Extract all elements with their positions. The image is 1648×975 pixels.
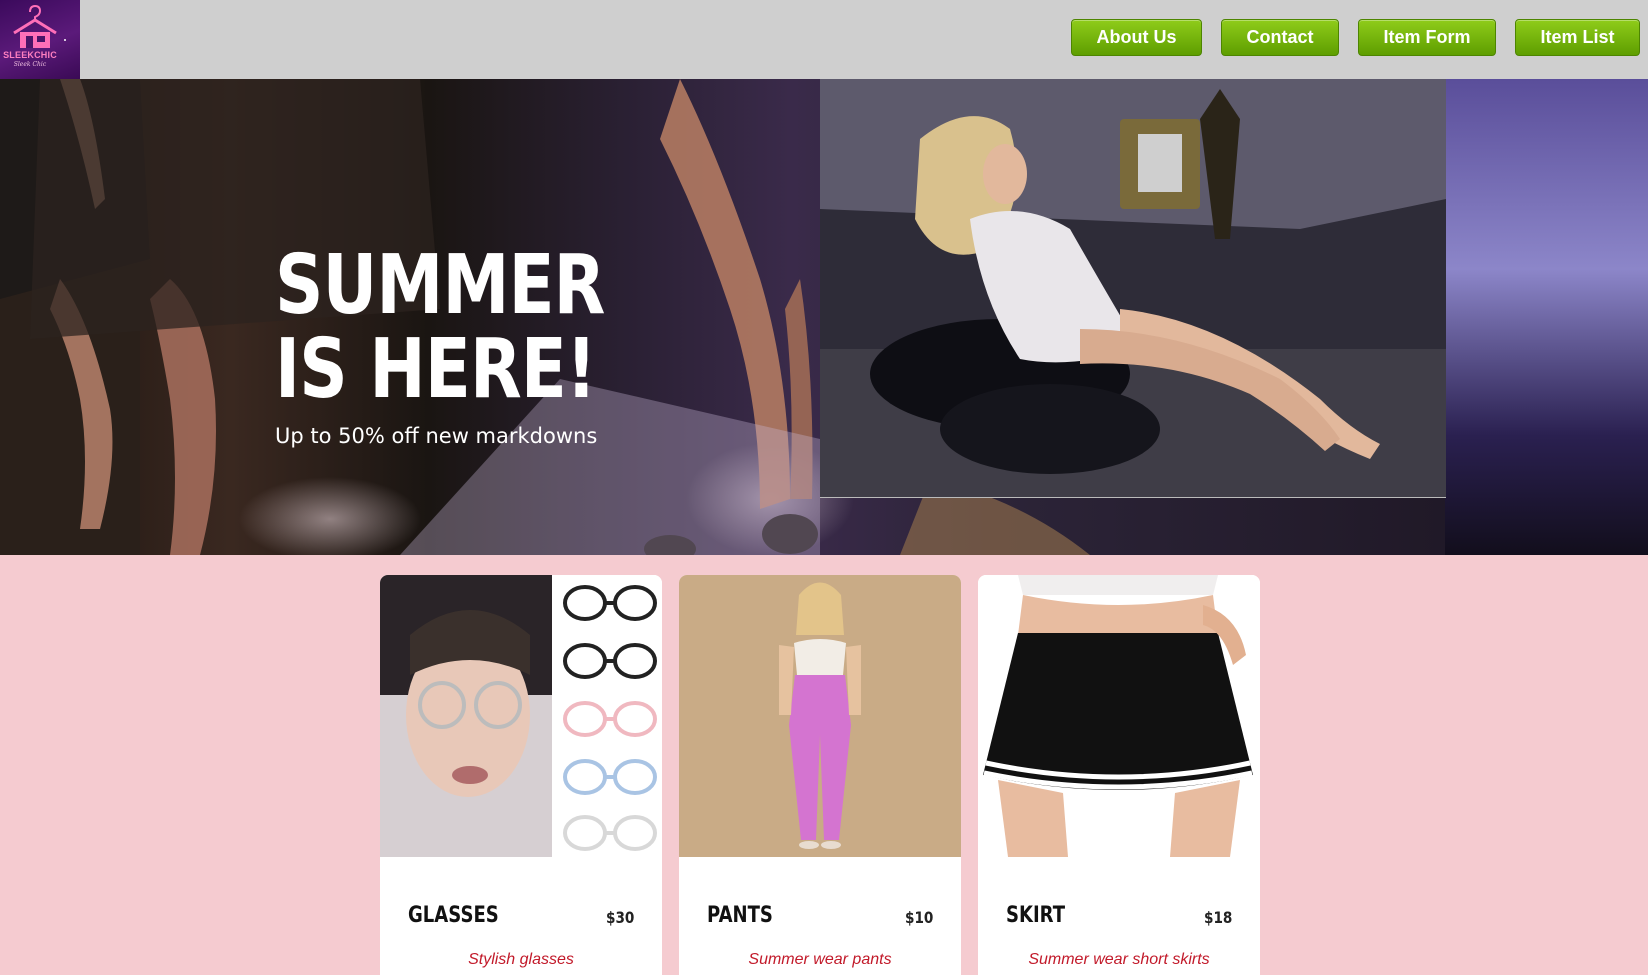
hero-subtitle: Up to 50% off new markdowns [275, 424, 598, 448]
product-name: PANTS [707, 903, 773, 928]
product-description: Stylish glasses [468, 951, 574, 968]
hero-model-photo [820, 79, 1446, 498]
glasses-photo-illustration [380, 575, 662, 857]
model-photo-illustration [820, 79, 1446, 497]
product-card-glasses[interactable]: GLASSES $30 Stylish glasses [380, 575, 662, 975]
hero-side-image [1445, 79, 1648, 555]
nav-contact-button[interactable]: Contact [1221, 19, 1339, 56]
nav-item-form-button[interactable]: Item Form [1358, 19, 1496, 56]
product-price: $18 [1203, 908, 1232, 927]
brand-logo[interactable]: SLEEKCHIC Sleek Chic [0, 0, 80, 79]
product-image-skirt [978, 575, 1260, 857]
hero-title: SUMMER IS HERE! [275, 238, 605, 417]
product-name: GLASSES [408, 903, 499, 928]
site-header: SLEEKCHIC Sleek Chic About Us Contact It… [0, 0, 1648, 79]
logo-tagline: Sleek Chic [13, 61, 47, 68]
product-name: SKIRT [1006, 903, 1066, 928]
product-card-skirt[interactable]: SKIRT $18 Summer wear short skirts [978, 575, 1260, 975]
product-card-pants[interactable]: PANTS $10 Summer wear pants [679, 575, 961, 975]
product-image-pants [679, 575, 961, 857]
product-image-glasses [380, 575, 662, 857]
skirt-photo-illustration [978, 575, 1260, 857]
product-price: $30 [605, 908, 634, 927]
hero-banner: SUMMER IS HERE! Up to 50% off new markdo… [0, 79, 1648, 555]
logo-wordmark: SLEEKCHIC [3, 50, 57, 60]
nav-item-list-button[interactable]: Item List [1515, 19, 1640, 56]
product-description: Summer wear pants [748, 951, 892, 968]
product-price: $10 [904, 908, 933, 927]
pants-photo-illustration [679, 575, 961, 857]
product-description: Summer wear short skirts [1028, 951, 1210, 968]
nav-about-us-button[interactable]: About Us [1071, 19, 1202, 56]
